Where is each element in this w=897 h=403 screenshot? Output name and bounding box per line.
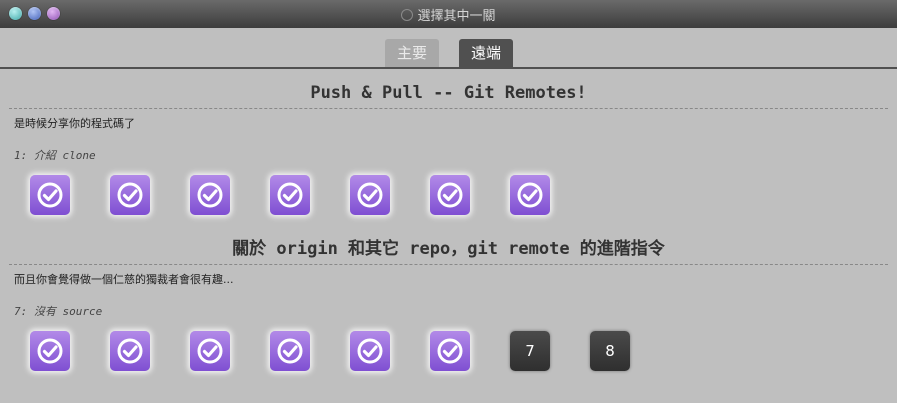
window-title-text: 選擇其中一關	[417, 9, 496, 24]
level-complete-button[interactable]	[110, 331, 150, 371]
level-complete-button[interactable]	[190, 331, 230, 371]
selected-level-label: 7: 沒有 source	[14, 305, 103, 318]
window-title: 選擇其中一關	[0, 5, 897, 24]
level-complete-button[interactable]	[510, 175, 550, 215]
tab-bar: 主要 遠端	[0, 39, 897, 67]
tab-main[interactable]: 主要	[385, 39, 439, 67]
level-complete-button[interactable]	[110, 175, 150, 215]
level-complete-button[interactable]	[270, 331, 310, 371]
section-push-pull: Push & Pull -- Git Remotes! 是時候分享你的程式碼了 …	[0, 82, 897, 229]
section-heading: Push & Pull -- Git Remotes!	[310, 83, 587, 103]
level-complete-button[interactable]	[430, 331, 470, 371]
tab-underline	[0, 67, 897, 69]
level-button[interactable]: 8	[590, 331, 630, 371]
section-divider	[9, 108, 888, 109]
level-complete-button[interactable]	[30, 175, 70, 215]
level-complete-button[interactable]	[190, 175, 230, 215]
level-row: 78	[0, 325, 897, 385]
section-divider	[9, 264, 888, 265]
selected-level-label: 1: 介紹 clone	[14, 149, 96, 162]
level-complete-button[interactable]	[350, 331, 390, 371]
level-button[interactable]: 7	[510, 331, 550, 371]
level-row	[0, 169, 897, 229]
tab-remote[interactable]: 遠端	[459, 39, 513, 67]
level-number: 7	[525, 342, 535, 360]
section-heading: 關於 origin 和其它 repo，git remote 的進階指令	[232, 239, 665, 259]
section-description: 而且你會覺得做一個仁慈的獨裁者會很有趣...	[14, 273, 234, 286]
section-description: 是時候分享你的程式碼了	[14, 117, 135, 130]
level-complete-button[interactable]	[350, 175, 390, 215]
section-remote-advanced: 關於 origin 和其它 repo，git remote 的進階指令 而且你會…	[0, 238, 897, 385]
level-complete-button[interactable]	[270, 175, 310, 215]
window-titlebar: 選擇其中一關	[0, 0, 897, 28]
level-complete-button[interactable]	[30, 331, 70, 371]
globe-icon	[401, 9, 414, 21]
level-complete-button[interactable]	[430, 175, 470, 215]
level-number: 8	[605, 342, 615, 360]
